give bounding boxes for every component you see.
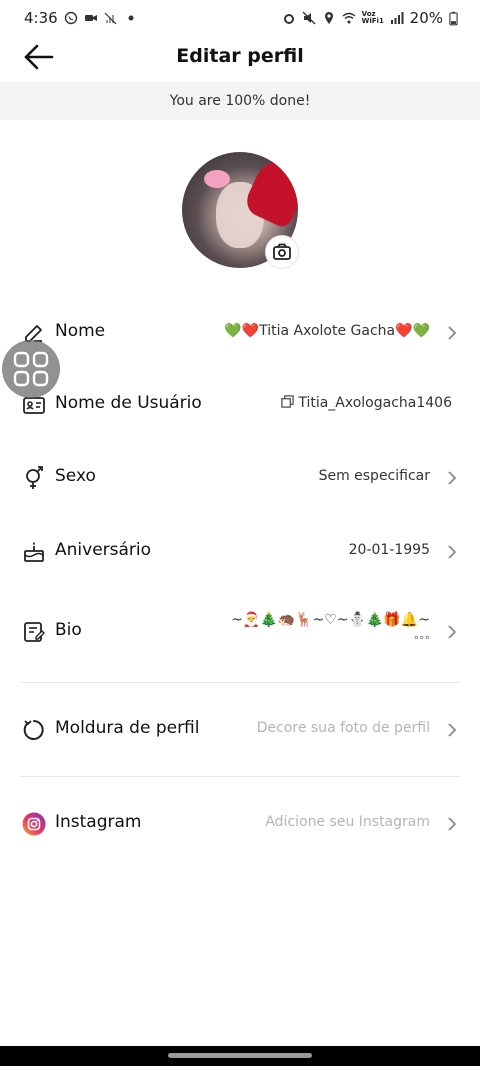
row-value: Decore sua foto de perfil bbox=[256, 720, 430, 736]
wifi-icon bbox=[342, 12, 356, 24]
signal-off-icon bbox=[104, 12, 117, 25]
instagram-icon bbox=[22, 812, 46, 836]
video-call-icon bbox=[84, 15, 97, 21]
status-left: 4:36 bbox=[24, 9, 138, 27]
row-instagram[interactable]: Instagram Adicione seu Instagram bbox=[0, 804, 480, 844]
section-divider bbox=[20, 682, 460, 683]
chevron-right-icon bbox=[448, 326, 457, 340]
app-header: Editar perfil bbox=[0, 36, 480, 80]
row-moldura[interactable]: Moldura de perfil Decore sua foto de per… bbox=[0, 710, 480, 750]
status-right: Voz WiFi1 20% bbox=[282, 9, 458, 27]
row-label: Bio bbox=[55, 620, 82, 640]
row-label: Instagram bbox=[55, 812, 142, 832]
row-aniversario[interactable]: Aniversário 20-01-1995 bbox=[0, 532, 480, 572]
row-label: Nome de Usuário bbox=[55, 393, 202, 413]
change-photo-button[interactable] bbox=[266, 236, 298, 268]
dot-icon bbox=[128, 15, 134, 21]
chevron-right-icon bbox=[448, 625, 457, 639]
bio-more-indicator: °°° bbox=[413, 634, 431, 647]
system-nav-bar bbox=[0, 1046, 480, 1066]
whatsapp-icon bbox=[64, 11, 77, 25]
page-title: Editar perfil bbox=[176, 45, 304, 67]
chevron-right-icon bbox=[448, 817, 457, 831]
note-edit-icon bbox=[24, 622, 45, 642]
home-gesture-handle[interactable] bbox=[168, 1053, 312, 1058]
row-value: 20-01-1995 bbox=[348, 542, 430, 558]
row-value: Sem especificar bbox=[318, 468, 430, 484]
camera-icon bbox=[273, 243, 291, 260]
row-value: ~🎅🎄🦔🦌~♡~⛄🎄🎁🔔~ bbox=[231, 612, 430, 628]
location-icon bbox=[324, 12, 333, 24]
row-value: Titia_Axologacha1406 bbox=[281, 395, 452, 411]
status-time: 4:36 bbox=[24, 9, 58, 27]
mute-icon bbox=[302, 11, 316, 25]
alarm-icon bbox=[283, 14, 294, 24]
chevron-right-icon bbox=[448, 723, 457, 737]
network-label: Voz WiFi1 bbox=[361, 10, 384, 25]
row-value: Adicione seu Instagram bbox=[265, 814, 430, 830]
refresh-frame-icon bbox=[23, 720, 44, 740]
gender-icon bbox=[26, 466, 43, 489]
battery-icon bbox=[449, 11, 458, 25]
chevron-right-icon bbox=[448, 545, 457, 559]
assistive-touch-button[interactable] bbox=[2, 340, 60, 398]
username-text: Titia_Axologacha1406 bbox=[298, 395, 452, 411]
signal-icon bbox=[390, 12, 404, 24]
chevron-right-icon bbox=[448, 471, 457, 485]
completion-banner: You are 100% done! bbox=[0, 82, 480, 120]
row-label: Moldura de perfil bbox=[55, 718, 200, 738]
grid-icon bbox=[13, 351, 49, 387]
battery-percent: 20% bbox=[409, 9, 443, 27]
avatar-bow bbox=[204, 170, 230, 188]
row-username[interactable]: Nome de Usuário Titia_Axologacha1406 bbox=[0, 385, 480, 425]
copy-icon[interactable] bbox=[281, 395, 295, 408]
row-label: Sexo bbox=[55, 466, 96, 486]
row-value: 💚❤️Titia Axolote Gacha❤️💚 bbox=[224, 323, 430, 339]
row-nome[interactable]: Nome 💚❤️Titia Axolote Gacha❤️💚 bbox=[0, 313, 480, 353]
status-bar: 4:36 Voz WiFi1 20% bbox=[0, 0, 480, 36]
section-divider bbox=[20, 776, 460, 777]
row-label: Aniversário bbox=[55, 540, 152, 560]
row-bio[interactable]: Bio ~🎅🎄🦔🦌~♡~⛄🎄🎁🔔~ °°° bbox=[0, 612, 480, 656]
row-sexo[interactable]: Sexo Sem especificar bbox=[0, 458, 480, 498]
birthday-cake-icon bbox=[24, 542, 44, 562]
row-label: Nome bbox=[55, 321, 106, 341]
